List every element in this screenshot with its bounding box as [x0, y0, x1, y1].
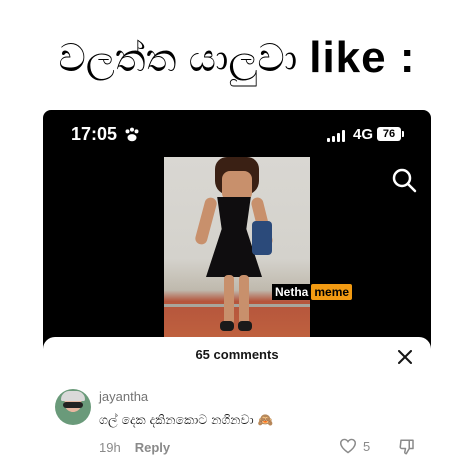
reply-button[interactable]: Reply — [135, 440, 170, 455]
caption-english: like : — [309, 33, 416, 82]
signal-icon — [327, 130, 345, 142]
comment-username[interactable]: jayantha — [99, 389, 148, 404]
meme-caption: වලත්ත යාලුවා like : — [0, 30, 474, 86]
video-frame[interactable] — [164, 157, 310, 342]
status-bar: 17:05 4G 76 — [43, 110, 431, 160]
watermark-part2: meme — [311, 284, 353, 300]
like-count: 5 — [363, 438, 371, 454]
caption-sinhala: වලත්ත යාලුවා — [58, 35, 298, 80]
dislike-icon[interactable] — [398, 438, 416, 456]
paw-icon — [125, 127, 139, 142]
search-icon[interactable] — [391, 167, 417, 193]
avatar[interactable] — [55, 389, 91, 425]
network-label: 4G — [353, 126, 374, 143]
comment-time: 19h — [99, 440, 121, 455]
like-button[interactable]: 5 — [339, 438, 370, 454]
comment-text: ගල් දෙක දකිනකොට නගිනවා 🙈 — [99, 412, 274, 427]
watermark-logo: Netha meme — [272, 283, 353, 301]
heart-icon — [339, 438, 357, 454]
close-icon[interactable] — [398, 350, 412, 364]
watermark-part1: Netha — [272, 284, 312, 300]
comments-count-title: 65 comments — [195, 347, 279, 362]
battery-icon: 76 — [377, 127, 404, 141]
status-time: 17:05 — [71, 124, 118, 144]
comment-meta: 19h Reply — [99, 440, 170, 455]
